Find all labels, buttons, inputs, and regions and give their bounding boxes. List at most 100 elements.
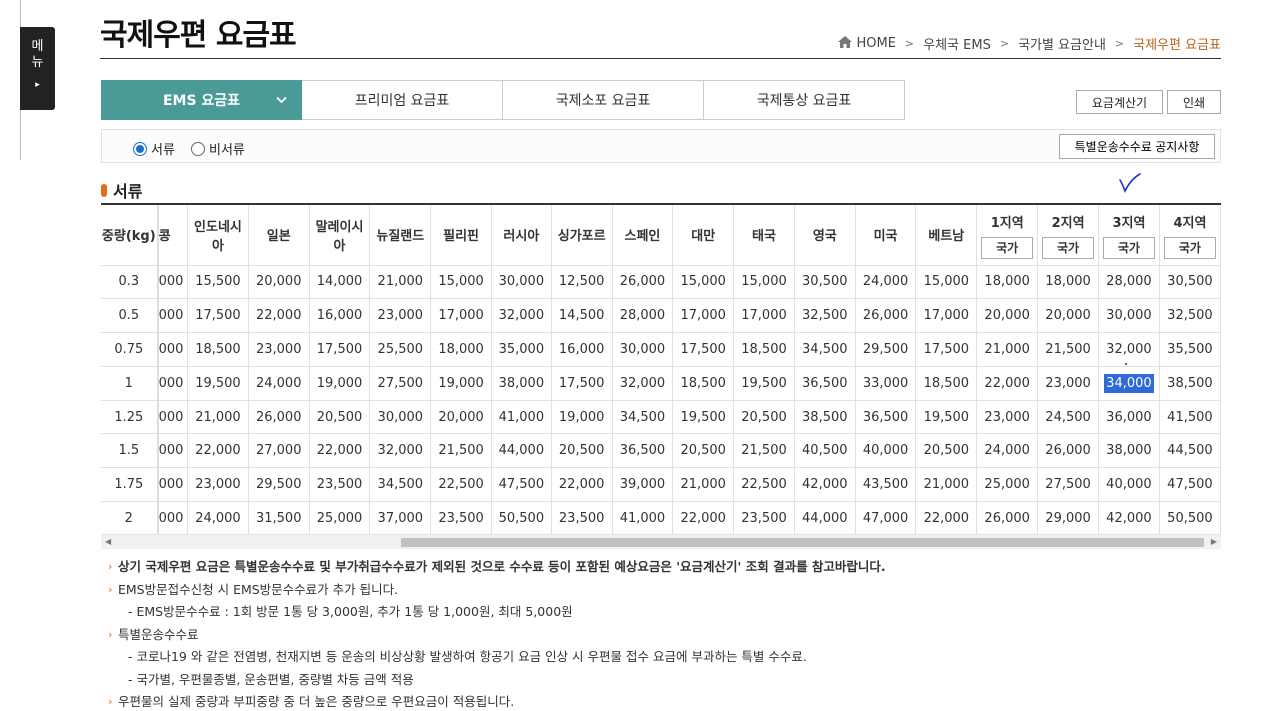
chevron-right-icon: › xyxy=(108,560,113,573)
rate-value: 30,000 xyxy=(1106,308,1152,324)
rate-value: 40,000 xyxy=(862,443,909,459)
rate-cell: 32,000 xyxy=(612,366,674,401)
rate-value: 21,000 xyxy=(984,341,1030,357)
rate-value: 42,000 xyxy=(802,477,848,493)
rate-cell: 14,000 xyxy=(309,265,371,300)
zone-country-button[interactable]: 국가 xyxy=(1163,237,1216,260)
stray-dot xyxy=(1125,363,1127,365)
rate-cell: 29,500 xyxy=(855,332,917,367)
rate-cell: 000 xyxy=(157,400,189,435)
rate-value: 29,000 xyxy=(1045,510,1091,526)
rate-cell: 36,500 xyxy=(855,400,917,435)
scroll-left-icon[interactable]: ◀ xyxy=(105,537,111,546)
rate-cell: 24,000 xyxy=(187,501,249,535)
scroll-right-icon[interactable]: ▶ xyxy=(1211,537,1217,546)
section-title: 서류 xyxy=(101,178,142,202)
rate-cell: 27,000 xyxy=(248,433,310,469)
rate-value: 21,000 xyxy=(923,477,970,493)
rate-value: 000 xyxy=(158,409,184,425)
rate-value: 47,500 xyxy=(498,477,545,493)
arrow-right-icon: ▸ xyxy=(35,80,40,90)
side-menu-toggle[interactable]: 메 뉴 ▸ xyxy=(20,27,55,110)
rate-cell: 23,500 xyxy=(551,501,613,535)
rate-table: 중량(kg) 콩 인도네시아 일본 말레이시아 뉴질랜드 필리핀 러시아 싱가포르 스페인 대만 태국… xyxy=(101,205,1221,535)
tab-premium[interactable]: 프리미엄 요금표 xyxy=(302,80,503,120)
rate-cell: 38,000 xyxy=(491,366,552,401)
calculator-button[interactable]: 요금계산기 xyxy=(1076,90,1163,114)
radio-non-document[interactable]: 비서류 xyxy=(191,139,245,158)
rate-cell: 17,500 xyxy=(309,332,371,367)
zone-header: 2지역국가 xyxy=(1037,205,1099,266)
chevron-right-icon: > xyxy=(904,37,915,50)
rate-cell: 47,500 xyxy=(491,467,552,503)
rate-cell: 26,000 xyxy=(976,501,1039,535)
tab-parcel-label: 국제소포 요금표 xyxy=(555,93,651,109)
rate-table-container[interactable]: 중량(kg) 콩 인도네시아 일본 말레이시아 뉴질랜드 필리핀 러시아 싱가포르 스페인 대만 태국… xyxy=(101,203,1221,535)
rate-cell: 23,000 xyxy=(369,298,432,334)
radio-unchecked-icon xyxy=(191,141,205,156)
rate-cell: 41,000 xyxy=(491,400,552,435)
rate-cell: 24,000 xyxy=(248,366,310,401)
rate-cell: 35,000 xyxy=(491,332,552,367)
rate-cell: 38,500 xyxy=(1159,366,1221,401)
rate-cell: 22,000 xyxy=(187,433,249,469)
tab-letter[interactable]: 국제통상 요금표 xyxy=(704,80,905,120)
notes-list: › 상기 국제우편 요금은 특별운송수수료 및 부가취급수수료가 제외된 것으로 … xyxy=(108,556,886,711)
rate-value: 22,000 xyxy=(195,443,241,459)
rate-cell: 34,500 xyxy=(612,400,674,435)
scrollbar-thumb[interactable] xyxy=(401,538,1204,547)
rate-cell: 21,500 xyxy=(1037,332,1099,367)
rate-value: 32,000 xyxy=(498,308,545,324)
print-button[interactable]: 인쇄 xyxy=(1167,90,1221,114)
breadcrumb: HOME > 우체국 EMS > 국가별 요금안내 > 국제우편 요금표 xyxy=(838,34,1221,53)
tab-parcel[interactable]: 국제소포 요금표 xyxy=(503,80,704,120)
rate-cell: 19,500 xyxy=(915,400,978,435)
rate-cell: 18,500 xyxy=(733,332,795,367)
rate-cell: 47,000 xyxy=(855,501,917,535)
country-header: 미국 xyxy=(855,205,917,266)
zone-label: 2지역 xyxy=(1051,216,1085,232)
rate-value: 21,000 xyxy=(377,274,424,290)
rate-value: 23,500 xyxy=(558,510,605,526)
note-text: - 코로나19 와 같은 전염병, 천재지변 등 운송의 비상상황 발생하여 항… xyxy=(128,649,807,664)
rate-value: 47,000 xyxy=(862,510,909,526)
weight-header: 중량(kg) xyxy=(101,205,159,266)
rate-cell: 27,500 xyxy=(1037,467,1099,503)
table-row: 1.5 000 22,000 27,000 22,000 32,000 21,500 44,0… xyxy=(101,433,1221,469)
rate-cell: 18,000 xyxy=(976,265,1039,300)
zone-country-button[interactable]: 국가 xyxy=(981,237,1034,260)
zone-country-button[interactable]: 국가 xyxy=(1042,237,1095,260)
country-header: 뉴질랜드 xyxy=(369,205,432,266)
rate-cell: 43,500 xyxy=(855,467,917,503)
rate-value: 40,000 xyxy=(1106,477,1152,493)
rate-cell: 21,500 xyxy=(733,433,795,469)
radio-document[interactable]: 서류 xyxy=(133,139,175,158)
zone-country-button[interactable]: 국가 xyxy=(1102,237,1155,260)
rate-value: 20,500 xyxy=(558,443,605,459)
rate-value: 22,000 xyxy=(984,375,1030,391)
rate-cell: 000 xyxy=(157,265,189,300)
rate-value: 23,000 xyxy=(195,477,241,493)
rate-value: 30,000 xyxy=(377,409,424,425)
rate-cell: 30,000 xyxy=(491,265,552,300)
rate-value: 20,000 xyxy=(255,274,302,290)
rate-value: 21,500 xyxy=(438,443,484,459)
rate-cell: 23,500 xyxy=(733,501,795,535)
breadcrumb-home[interactable]: HOME xyxy=(856,36,895,51)
weight-cell: 0.75 xyxy=(101,332,159,367)
rate-value: 000 xyxy=(158,274,184,290)
rate-cell: 18,000 xyxy=(1037,265,1099,300)
home-icon[interactable] xyxy=(838,35,853,52)
breadcrumb-ems[interactable]: 우체국 EMS xyxy=(923,34,991,53)
tab-letter-label: 국제통상 요금표 xyxy=(756,93,852,109)
rate-value: 38,000 xyxy=(498,375,545,391)
rate-value: 23,500 xyxy=(438,510,484,526)
tab-ems[interactable]: EMS 요금표 xyxy=(101,80,302,120)
rate-cell: 18,500 xyxy=(915,366,978,401)
rate-cell: 18,500 xyxy=(672,366,735,401)
breadcrumb-country-rates[interactable]: 국가별 요금안내 xyxy=(1018,34,1106,53)
special-fee-notice-button[interactable]: 특별운송수수료 공지사항 xyxy=(1059,134,1215,159)
rate-cell: 34,500 xyxy=(794,332,856,367)
horizontal-scrollbar[interactable]: ◀ ▶ xyxy=(101,534,1221,549)
rate-value: 17,500 xyxy=(195,308,241,324)
